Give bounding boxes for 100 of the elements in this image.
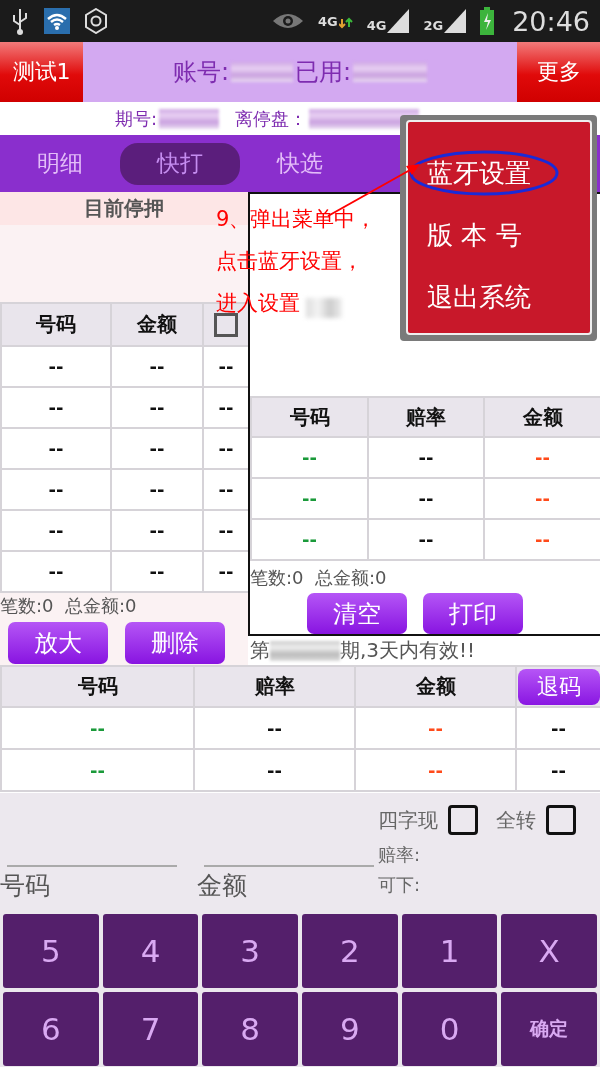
period-label: 期号:: [115, 106, 158, 131]
table-cell: --: [1, 749, 194, 791]
available-label: 可下:: [378, 873, 421, 897]
blurred-text: [231, 62, 293, 82]
keypad-key[interactable]: 0: [401, 992, 498, 1066]
table-cell: --: [203, 387, 249, 428]
column-header: 金额: [484, 397, 600, 437]
table-cell: --: [355, 749, 516, 791]
table-cell: --: [368, 437, 484, 478]
table-cell: --: [1, 387, 111, 428]
summary-text: 笔数:0 总金额:0: [0, 594, 138, 618]
table-cell: --: [484, 437, 600, 478]
checkbox[interactable]: [546, 805, 576, 835]
battery-icon: [480, 7, 495, 35]
table-cell: --: [1, 551, 111, 592]
keypad-key[interactable]: 2: [302, 914, 398, 988]
blurred-text: [270, 640, 340, 661]
table-cell: --: [516, 749, 600, 791]
column-header: 赔率: [194, 666, 355, 707]
table-cell: --: [111, 510, 203, 551]
checkbox[interactable]: [214, 313, 238, 338]
network-label: 4G: [318, 13, 338, 29]
table-cell: --: [368, 519, 484, 560]
action-button[interactable]: 删除: [125, 622, 225, 664]
table-cell: --: [203, 346, 249, 387]
keypad-key[interactable]: 7: [102, 992, 199, 1066]
tab[interactable]: 快选: [240, 142, 360, 185]
keypad-key[interactable]: 8: [202, 992, 298, 1066]
signal-icon: [387, 9, 410, 33]
keypad-key[interactable]: 5: [3, 914, 99, 988]
usb-icon: [10, 6, 30, 36]
close-time-label: 离停盘：: [235, 106, 308, 131]
table-cell: --: [111, 428, 203, 469]
test-button[interactable]: 测试1: [0, 42, 83, 102]
table-cell: --: [484, 519, 600, 560]
summary-text: 笔数:0 总金额:0: [250, 566, 388, 590]
keypad-key[interactable]: 4: [102, 914, 199, 988]
checkbox[interactable]: [448, 805, 478, 835]
table-cell: --: [251, 437, 368, 478]
hexagon-icon: [84, 8, 108, 34]
table-cell: --: [111, 387, 203, 428]
field-label: 号码: [0, 870, 50, 902]
keypad-key[interactable]: 9: [302, 992, 398, 1066]
refund-button[interactable]: 退码: [517, 668, 600, 705]
table-cell: --: [251, 478, 368, 519]
table-cell: --: [203, 510, 249, 551]
network-label: 4G: [366, 18, 387, 33]
action-button[interactable]: 放大: [8, 622, 108, 664]
tab[interactable]: 快打: [120, 142, 240, 185]
column-header: 号码: [251, 397, 368, 437]
signal-icon: [444, 9, 467, 33]
column-header: 号码: [1, 303, 111, 346]
keypad-key[interactable]: 1: [401, 914, 498, 988]
table-cell: --: [516, 707, 600, 749]
keypad-key[interactable]: X: [501, 914, 597, 988]
annotation-text: 9、弹出菜单中，: [216, 206, 377, 233]
column-header: 金额: [111, 303, 203, 346]
table-cell: --: [111, 551, 203, 592]
menu-item[interactable]: 版 本 号: [408, 204, 590, 266]
keypad-key[interactable]: 6: [3, 992, 99, 1066]
table-cell: --: [1, 707, 194, 749]
table-cell: --: [203, 469, 249, 510]
column-header: 号码: [1, 666, 194, 707]
period-prefix: 第: [250, 637, 270, 664]
field-label: 金额: [197, 870, 247, 902]
table-cell: --: [111, 346, 203, 387]
network-label: 2G: [423, 18, 444, 33]
menu-item[interactable]: 蓝牙设置: [408, 142, 590, 204]
clock: 20:46: [512, 5, 590, 37]
table-cell: --: [1, 510, 111, 551]
table-cell: --: [1, 469, 111, 510]
table-cell: --: [484, 478, 600, 519]
column-header: 赔率: [368, 397, 484, 437]
blurred-text: [159, 108, 220, 129]
menu-item[interactable]: 退出系统: [408, 266, 590, 328]
odds-label: 赔率:: [378, 843, 421, 867]
table-cell: --: [194, 707, 355, 749]
confirm-key[interactable]: 确定: [501, 992, 597, 1066]
more-button[interactable]: 更多: [517, 42, 600, 102]
table-cell: --: [203, 428, 249, 469]
wifi-icon: [44, 8, 70, 34]
validity-text: 期,3天内有效!!: [340, 637, 476, 664]
table-cell: --: [368, 478, 484, 519]
table-cell: --: [203, 551, 249, 592]
table-cell: --: [1, 346, 111, 387]
table-cell: --: [251, 519, 368, 560]
column-header: 金额: [355, 666, 516, 707]
option-label: 全转: [496, 806, 536, 834]
transfer-arrows-icon: [338, 16, 353, 29]
table-cell: --: [355, 707, 516, 749]
account-label: 账号:: [172, 57, 229, 88]
tab[interactable]: 明细: [0, 142, 120, 185]
option-label: 四字现: [378, 806, 438, 834]
action-button[interactable]: 清空: [307, 593, 407, 634]
keypad-key[interactable]: 3: [202, 914, 298, 988]
action-button[interactable]: 打印: [423, 593, 523, 634]
used-label: 已用:: [295, 57, 352, 88]
table-cell: --: [194, 749, 355, 791]
table-cell: --: [111, 469, 203, 510]
table-cell: --: [1, 428, 111, 469]
